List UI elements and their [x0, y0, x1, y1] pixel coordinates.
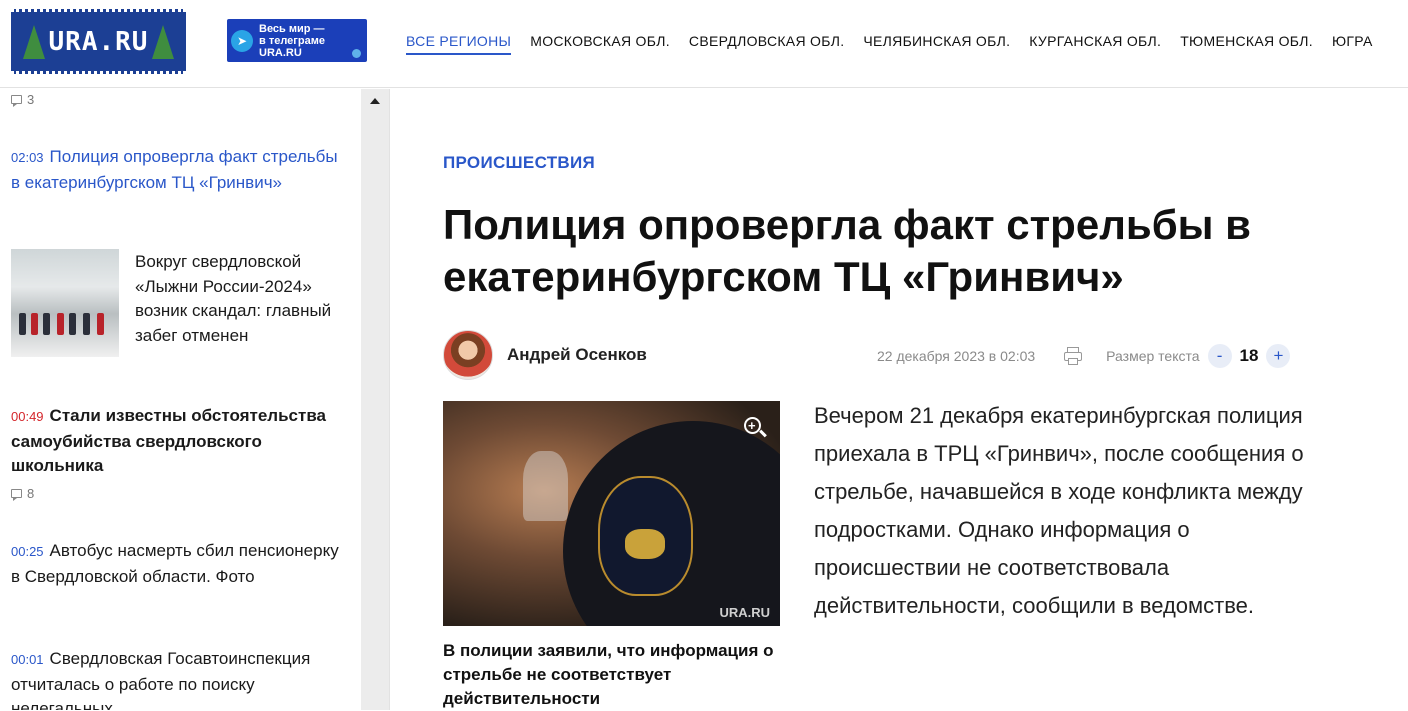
nav-yugra[interactable]: ЮГРА: [1332, 33, 1373, 55]
news-title: Стали известны обстоятельства самоубийст…: [11, 406, 327, 475]
list-item[interactable]: 02:03 Полиция опровергла факт стрельбы в …: [11, 145, 341, 195]
news-time: 00:01: [11, 652, 44, 667]
tree-icon: [152, 24, 175, 59]
news-time: 00:25: [11, 544, 44, 559]
nav-kurgan-region[interactable]: КУРГАНСКАЯ ОБЛ.: [1029, 33, 1161, 55]
telegram-banner-line2: в телеграме: [259, 34, 325, 47]
text-size-value: 18: [1239, 346, 1259, 365]
nav-sverdlovsk-region[interactable]: СВЕРДЛОВСКАЯ ОБЛ.: [689, 33, 844, 55]
banner-dot-icon: [352, 49, 361, 58]
logo-text: URA.RU: [48, 26, 149, 57]
telegram-banner-line3: URA.RU: [259, 46, 302, 59]
article-headline: Полиция опровергла факт стрельбы в екате…: [443, 201, 1251, 300]
comment-count[interactable]: 8: [11, 486, 34, 501]
tree-icon: [22, 24, 45, 59]
news-feed-sidebar: 3 02:03 Полиция опровергла факт стрельбы …: [0, 89, 390, 710]
author-block[interactable]: Андрей Осенков: [443, 329, 647, 381]
comment-count[interactable]: 3: [11, 92, 34, 107]
telegram-banner[interactable]: ➤ Весь мир — в телеграме URA.RU: [227, 19, 367, 62]
author-name: Андрей Осенков: [507, 345, 647, 364]
list-item[interactable]: 00:25 Автобус насмерть сбил пенсионерку в…: [11, 539, 341, 589]
photo-watermark: URA.RU: [719, 605, 770, 620]
nav-all-regions[interactable]: ВСЕ РЕГИОНЫ: [406, 33, 512, 55]
news-title: Полиция опровергла факт стрельбы в екате…: [11, 147, 338, 192]
text-size-decrease-button[interactable]: -: [1207, 344, 1232, 368]
news-time: 00:49: [11, 409, 44, 424]
news-title: Вокруг свердловской «Лыжни России-2024» …: [135, 252, 332, 345]
site-logo[interactable]: URA.RU: [11, 9, 186, 74]
article-rubric[interactable]: ПРОИСШЕСТВИЯ: [443, 153, 595, 173]
news-thumbnail: [11, 249, 119, 357]
news-title: Свердловская Госавтоинспекция отчиталась…: [11, 649, 311, 710]
list-item[interactable]: 00:01 Свердловская Госавтоинспекция отчит…: [11, 647, 341, 710]
scroll-up-arrow-icon[interactable]: [370, 98, 380, 104]
region-nav: ВСЕ РЕГИОНЫ МОСКОВСКАЯ ОБЛ. СВЕРДЛОВСКАЯ…: [406, 33, 1392, 55]
list-item[interactable]: 00:49 Стали известны обстоятельства самоу…: [11, 404, 341, 479]
zoom-icon[interactable]: +: [744, 417, 767, 439]
comment-icon: [11, 489, 22, 501]
telegram-banner-line1: Весь мир —: [259, 22, 325, 35]
news-title: Автобус насмерть сбил пенсионерку в Свер…: [11, 541, 339, 586]
article-lead: Вечером 21 декабря екатеринбургская поли…: [814, 403, 1304, 618]
photo-caption: В полиции заявили, что информация о стре…: [443, 641, 774, 708]
comment-icon: [11, 95, 22, 107]
nav-tyumen-region[interactable]: ТЮМЕНСКАЯ ОБЛ.: [1180, 33, 1313, 55]
publish-date: 22 декабря 2023 в 02:03: [877, 348, 1036, 364]
site-header: URA.RU ➤ Весь мир — в телеграме URA.RU В…: [0, 0, 1408, 88]
nav-chelyabinsk-region[interactable]: ЧЕЛЯБИНСКАЯ ОБЛ.: [863, 33, 1010, 55]
text-size-label: Размер текста: [1106, 348, 1200, 364]
telegram-icon: ➤: [231, 29, 253, 52]
print-icon[interactable]: [1063, 346, 1083, 366]
text-size-increase-button[interactable]: +: [1266, 344, 1291, 368]
news-time: 02:03: [11, 150, 44, 165]
sidebar-scrollbar[interactable]: [361, 89, 389, 710]
article-photo[interactable]: + URA.RU: [443, 401, 780, 626]
comment-count-value: 3: [27, 92, 35, 107]
nav-moscow-region[interactable]: МОСКОВСКАЯ ОБЛ.: [530, 33, 670, 55]
avatar: [443, 330, 493, 380]
article-meta: 22 декабря 2023 в 02:03 Размер текста - …: [877, 344, 1291, 368]
comment-count-value: 8: [27, 486, 35, 501]
